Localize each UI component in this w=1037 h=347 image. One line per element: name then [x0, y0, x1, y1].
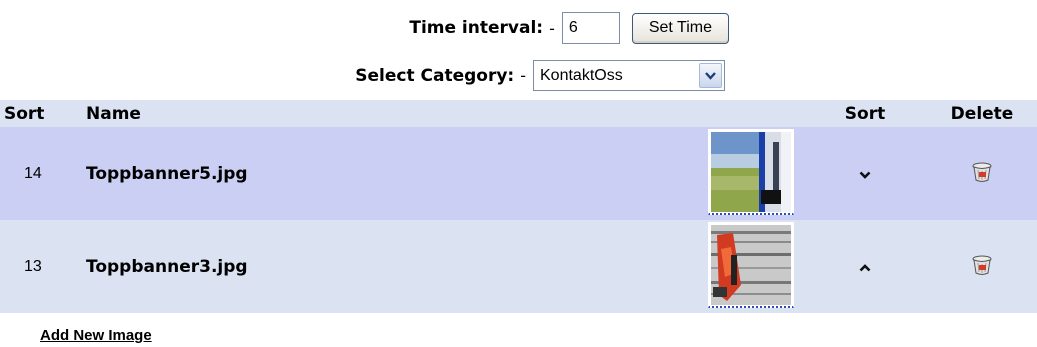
chevron-up-icon[interactable] [859, 257, 871, 276]
time-interval-label: Time interval: [409, 18, 544, 38]
thumbnail-image[interactable] [707, 128, 794, 215]
chevron-down-icon[interactable] [859, 164, 871, 183]
row-move-cell [803, 220, 927, 313]
category-select[interactable]: KontaktOss [533, 60, 725, 91]
image-table: Sort Name Sort Delete 14 Toppbanner5.jpg [0, 100, 1037, 313]
header-delete: Delete [927, 100, 1037, 127]
row-sort-number: 13 [0, 220, 72, 313]
category-dash: - [520, 66, 526, 85]
dropdown-arrow-icon[interactable] [699, 63, 722, 88]
table-header-row: Sort Name Sort Delete [0, 100, 1037, 127]
row-thumbnail-cell [698, 220, 803, 313]
add-new-image-link[interactable]: Add New Image [40, 328, 152, 343]
row-sort-number: 14 [0, 127, 72, 220]
row-delete-cell [927, 220, 1037, 313]
time-interval-row: Time interval: - 6 Set Time [409, 12, 729, 44]
row-move-cell [803, 127, 927, 220]
header-sort: Sort [0, 100, 72, 127]
time-interval-dash: - [549, 18, 555, 38]
row-thumbnail-cell [698, 127, 803, 220]
header-sort-actions: Sort [803, 100, 927, 127]
category-row: Select Category: - KontaktOss [355, 60, 725, 91]
row-delete-cell [927, 127, 1037, 220]
header-name: Name [72, 100, 803, 127]
time-interval-input[interactable]: 6 [561, 12, 620, 44]
category-label: Select Category: [355, 65, 515, 86]
trash-icon[interactable] [971, 162, 993, 187]
row-image-name: Toppbanner5.jpg [72, 127, 698, 220]
table-row: 14 Toppbanner5.jpg [0, 127, 1037, 220]
table-row: 13 Toppbanner3.jpg [0, 220, 1037, 313]
category-selected-value: KontaktOss [540, 66, 623, 84]
thumbnail-image[interactable] [707, 221, 794, 308]
trash-icon[interactable] [971, 255, 993, 280]
row-image-name: Toppbanner3.jpg [72, 220, 698, 313]
set-time-button[interactable]: Set Time [631, 12, 729, 44]
